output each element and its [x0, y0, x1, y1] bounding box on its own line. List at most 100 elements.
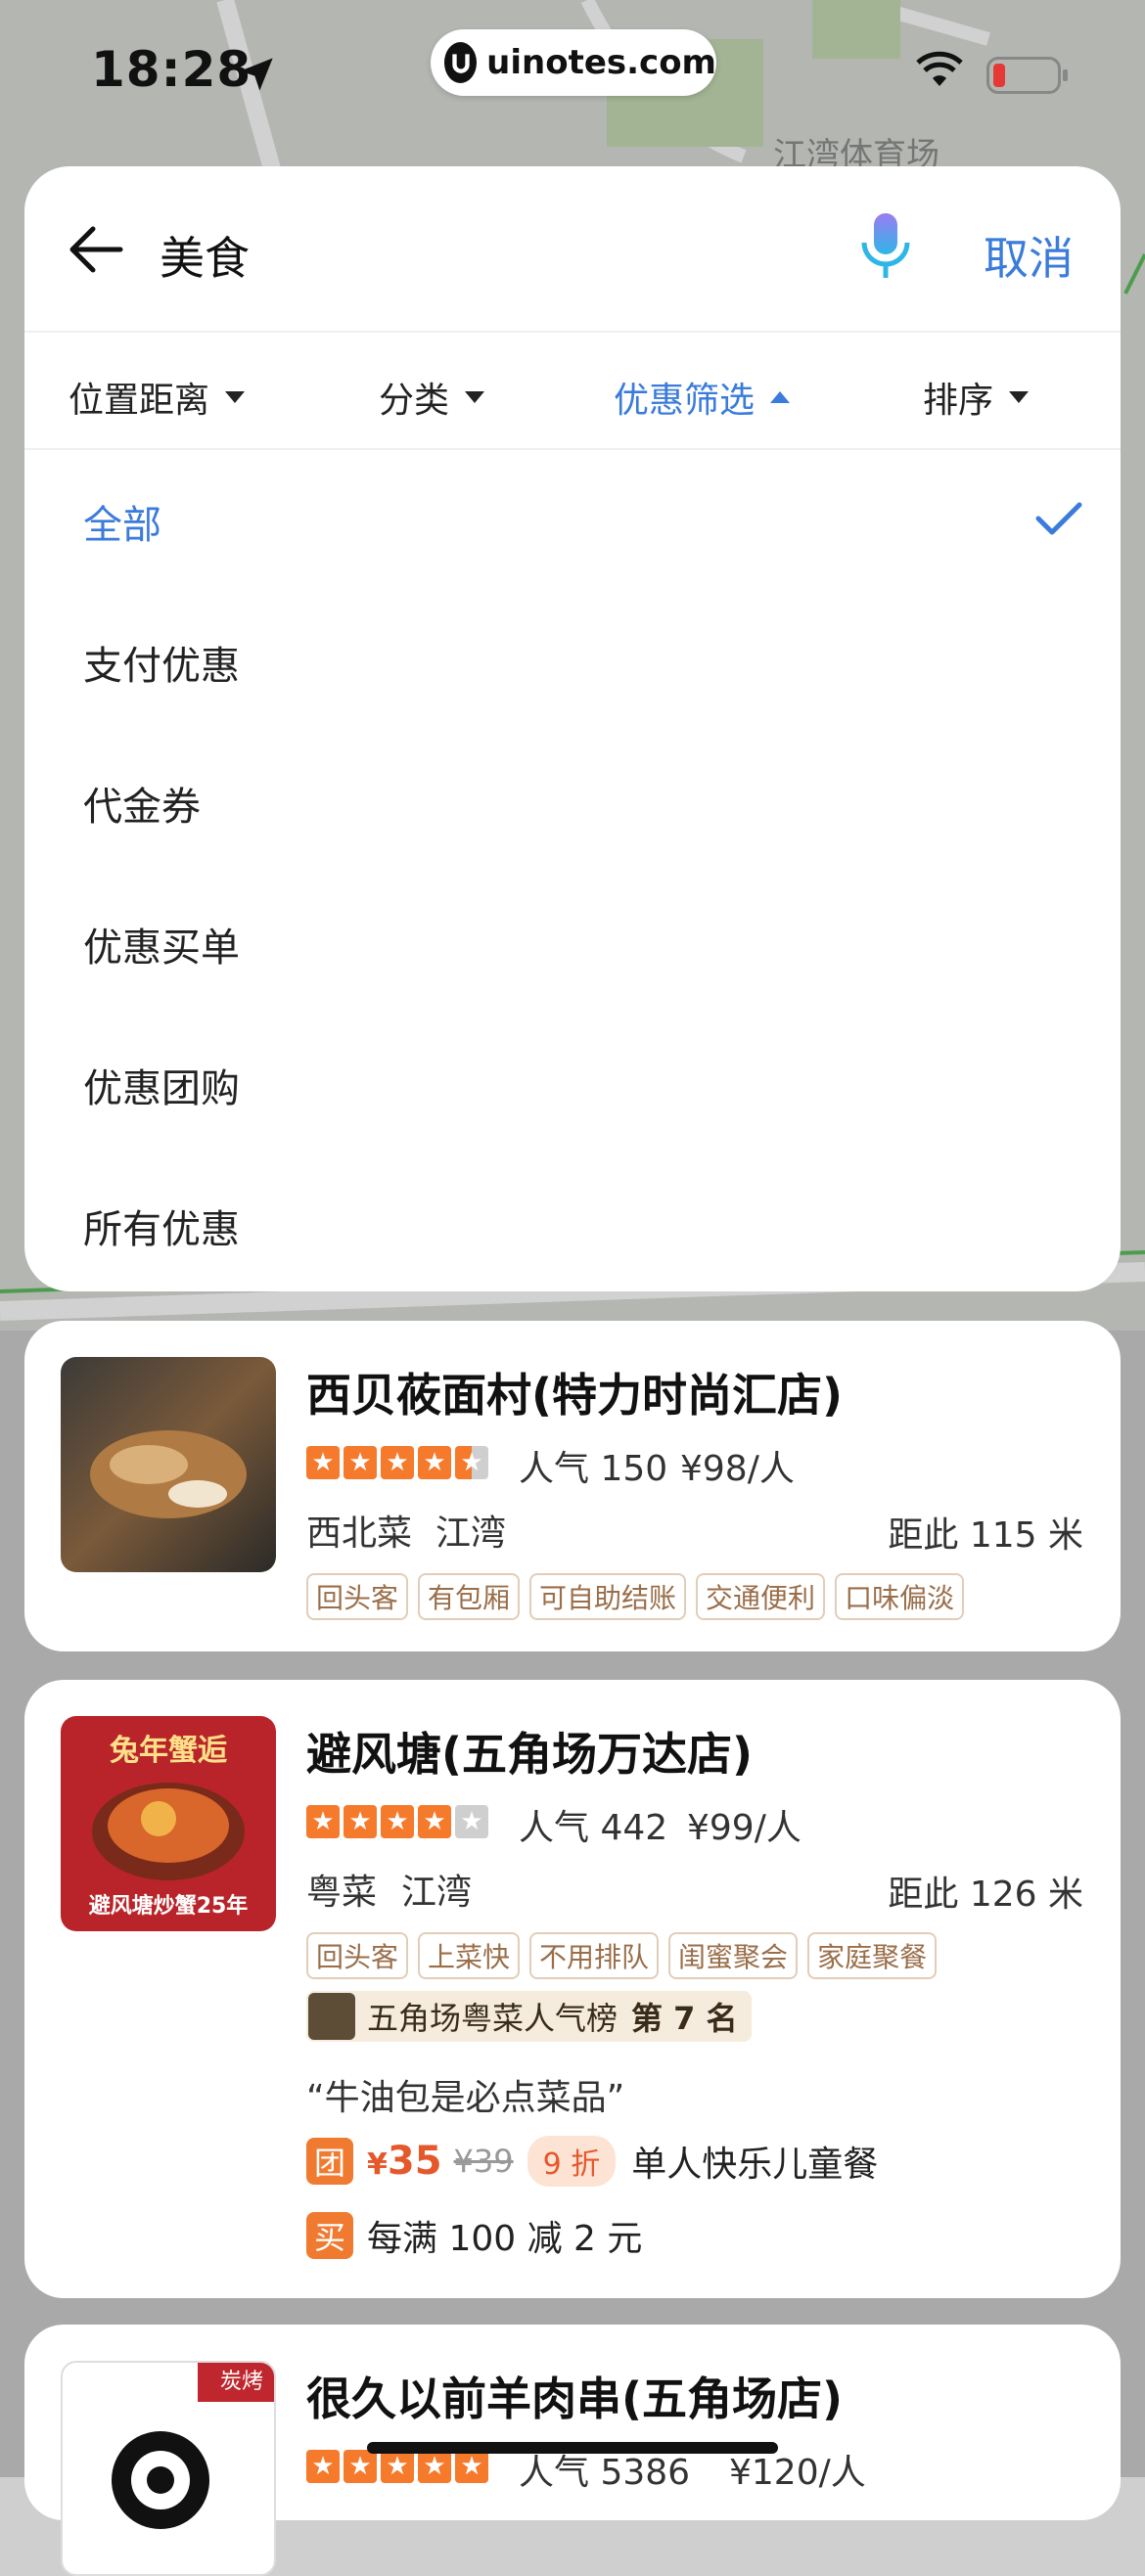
- avg-price: ¥98/人: [680, 1449, 795, 1489]
- tag: 闺蜜聚会: [668, 1932, 799, 1979]
- star-icon: ★: [344, 1805, 377, 1838]
- popularity: 人气 442: [519, 1808, 668, 1848]
- option-label: 所有优惠: [83, 1207, 240, 1252]
- dropdown-arrow-up-icon: [770, 391, 791, 403]
- filter-bar: 位置距离 分类 优惠筛选 排序: [24, 333, 1121, 450]
- dropdown-arrow-icon: [225, 391, 246, 403]
- empty-star-icon: ★: [455, 1805, 488, 1838]
- url-pill[interactable]: uinotes.com: [431, 29, 716, 96]
- search-query[interactable]: 美食: [160, 223, 250, 288]
- option-label: 支付优惠: [83, 644, 240, 689]
- deal-name: 单人快乐儿童餐: [631, 2145, 879, 2185]
- filter-label: 分类: [379, 381, 450, 421]
- restaurant-card[interactable]: 西贝莜面村(特力时尚汇店) ★ ★ ★ ★ ★ 人气 150 ¥98/人 西北菜 江湾 …: [24, 1321, 1121, 1651]
- tag: 家庭聚餐: [807, 1932, 938, 1979]
- search-header: 美食 取消: [24, 166, 1121, 333]
- buy-promo-icon: 买: [306, 2212, 353, 2259]
- dropdown-arrow-icon: [1009, 391, 1030, 403]
- restaurant-name: 避风塘(五角场万达店): [306, 1728, 754, 1781]
- option-payment-discount[interactable]: 支付优惠: [24, 591, 1121, 732]
- distance: 距此 115 米: [888, 1515, 1083, 1556]
- restaurant-name: 西贝莜面村(特力时尚汇店): [306, 1369, 844, 1422]
- ranking-name: 五角场粤菜人气榜: [367, 2000, 618, 2037]
- star-icon: ★: [306, 1805, 340, 1838]
- discount-badge: 9 折: [527, 2136, 617, 2187]
- rating-stars: ★ ★ ★ ★ ★: [306, 1446, 492, 1479]
- avg-price: ¥99/人: [687, 1808, 802, 1848]
- tag: 回头客: [306, 1932, 409, 1979]
- option-label: 代金券: [83, 785, 201, 830]
- url-text: uinotes.com: [486, 43, 716, 82]
- tag: 回头客: [306, 1573, 409, 1620]
- tag: 有包厢: [418, 1573, 521, 1620]
- star-icon: ★: [381, 1446, 414, 1479]
- wifi-icon: [916, 51, 963, 86]
- group-deal[interactable]: 团 ¥35 ¥39 9 折 单人快乐儿童餐: [306, 2136, 878, 2187]
- group-deal-icon: 团: [306, 2138, 353, 2185]
- rating-stars: ★ ★ ★ ★ ★: [306, 1805, 492, 1838]
- area: 江湾: [435, 1514, 507, 1554]
- original-price: ¥39: [453, 2143, 514, 2180]
- star-icon: ★: [418, 2450, 451, 2483]
- microphone-icon[interactable]: [851, 207, 920, 286]
- option-discount-pay[interactable]: 优惠买单: [24, 873, 1121, 1014]
- option-label: 优惠买单: [83, 926, 240, 971]
- tag: 上菜快: [418, 1932, 521, 1979]
- filter-distance[interactable]: 位置距离: [69, 372, 246, 423]
- star-icon: ★: [381, 2450, 414, 2483]
- dropdown-arrow-icon: [465, 391, 485, 403]
- filter-label: 优惠筛选: [614, 381, 756, 421]
- star-icon: ★: [418, 1446, 451, 1479]
- star-icon: ★: [306, 1446, 340, 1479]
- tag: 交通便利: [696, 1573, 826, 1620]
- deal-price: ¥35: [367, 2139, 442, 2184]
- restaurant-card[interactable]: 兔年蟹逅 避风塘炒蟹25年 避风塘(五角场万达店) ★ ★ ★ ★ ★ 人气 442 ¥…: [24, 1680, 1121, 2298]
- cuisine: 粤菜: [306, 1873, 378, 1913]
- discount-options: 全部 支付优惠 代金券 优惠买单 优惠团购 所有优惠: [24, 450, 1121, 1291]
- option-label: 全部: [83, 503, 161, 548]
- restaurant-thumbnail: 炭烤: [61, 2361, 276, 2576]
- star-icon: ★: [455, 2450, 488, 2483]
- status-time: 18:28: [91, 41, 252, 98]
- thumbnail-caption-bottom: 避风塘炒蟹25年: [88, 1894, 249, 1919]
- popularity: 人气 150: [519, 1449, 668, 1489]
- tag-list: 回头客 有包厢 可自助结账 交通便利 口味偏淡: [306, 1573, 974, 1620]
- option-label: 优惠团购: [83, 1066, 240, 1111]
- tag: 可自助结账: [529, 1573, 687, 1620]
- restaurant-card[interactable]: 炭烤 很久以前羊肉串(五角场店) ★ ★ ★ ★ ★ 人气 5386 ¥120/人: [24, 2325, 1121, 2576]
- star-icon: ★: [381, 1805, 414, 1838]
- half-star-icon: ★: [455, 1446, 488, 1479]
- tag: 不用排队: [529, 1932, 660, 1979]
- filter-category[interactable]: 分类: [379, 372, 485, 423]
- option-all[interactable]: 全部: [24, 450, 1121, 591]
- corner-tag: 炭烤: [198, 2363, 274, 2402]
- promo-text: 每满 100 减 2 元: [367, 2219, 643, 2259]
- restaurant-thumbnail: 兔年蟹逅 避风塘炒蟹25年: [61, 1716, 276, 1931]
- filter-label: 位置距离: [69, 381, 210, 421]
- review-quote: “牛油包是必点菜品”: [306, 2078, 625, 2118]
- uinotes-logo-icon: [444, 42, 478, 83]
- filter-discount[interactable]: 优惠筛选: [614, 372, 791, 423]
- rating-stars: ★ ★ ★ ★ ★: [306, 2450, 492, 2483]
- filter-sort[interactable]: 排序: [923, 372, 1030, 423]
- cancel-button[interactable]: 取消: [984, 223, 1074, 288]
- ranking-badge[interactable]: 五角场粤菜人气榜 第 7 名: [306, 1991, 752, 2042]
- home-indicator[interactable]: [367, 2442, 778, 2454]
- option-all-discounts[interactable]: 所有优惠: [24, 1154, 1121, 1291]
- star-icon: ★: [306, 2450, 340, 2483]
- option-voucher[interactable]: 代金券: [24, 732, 1121, 873]
- battery-icon: [986, 57, 1068, 94]
- distance: 距此 126 米: [888, 1875, 1083, 1915]
- tag-list: 回头客 上菜快 不用排队 闺蜜聚会 家庭聚餐: [306, 1932, 946, 1979]
- crown-icon: [308, 1993, 355, 2040]
- option-group-buy[interactable]: 优惠团购: [24, 1014, 1121, 1154]
- tag: 口味偏淡: [835, 1573, 965, 1620]
- location-arrow-icon: [240, 58, 273, 91]
- star-icon: ★: [344, 1446, 377, 1479]
- promo-deal[interactable]: 买 每满 100 减 2 元: [306, 2210, 642, 2261]
- back-arrow-icon[interactable]: [62, 215, 130, 284]
- cuisine: 西北菜: [306, 1514, 413, 1554]
- filter-sheet: 美食 取消 位置距离 分类 优惠筛选 排序 全部 支付优惠 代金券 优惠买单 优…: [24, 166, 1121, 1291]
- ranking-position: 第 7 名: [631, 2000, 738, 2037]
- filter-label: 排序: [923, 381, 994, 421]
